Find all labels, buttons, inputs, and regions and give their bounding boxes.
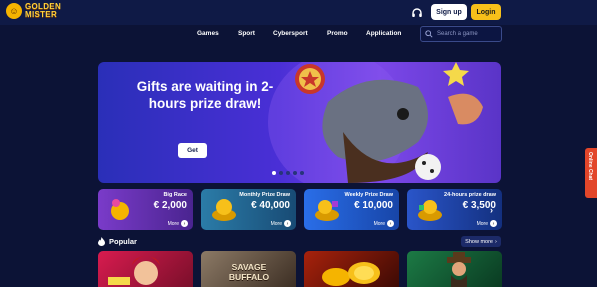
top-bar [0, 0, 597, 25]
arrow-right-icon: › [181, 220, 188, 227]
game-art [447, 252, 471, 287]
card-amount: € 10,000 [354, 200, 393, 211]
arrow-right-icon: › [284, 220, 291, 227]
coins-icon [418, 200, 442, 221]
logo-line2: MISTER [25, 10, 58, 19]
card-more-link[interactable]: More › [477, 220, 497, 227]
slider-dot[interactable] [279, 171, 283, 175]
chat-label: Online Chat [587, 152, 593, 181]
card-monthly-draw[interactable]: Monthly Prize Draw € 40,000 More › [201, 189, 296, 230]
game-tile[interactable] [407, 251, 502, 287]
game-tile[interactable] [304, 251, 399, 287]
card-title: Monthly Prize Draw [239, 192, 290, 198]
slider-dot[interactable] [300, 171, 304, 175]
cards-next-arrow-icon[interactable]: › [490, 205, 493, 215]
online-chat-tab[interactable]: Online Chat [585, 148, 597, 198]
slider-dots [272, 171, 304, 175]
card-more-link[interactable]: More › [374, 220, 394, 227]
card-big-race[interactable]: Big Race € 2,000 More › [98, 189, 193, 230]
card-24h-draw[interactable]: 24-hours prize draw € 3,500 More › [407, 189, 502, 230]
arrow-right-icon: › [494, 238, 497, 245]
fire-icon [98, 237, 105, 246]
arrow-right-icon: › [490, 220, 497, 227]
logo[interactable]: ☺ GOLDEN MISTER [6, 3, 61, 19]
banner-title: Gifts are waiting in 2-hours prize draw! [136, 79, 274, 111]
show-more-label: Show more [465, 238, 493, 245]
signup-button[interactable]: Sign up [431, 4, 467, 20]
card-amount: € 2,000 [153, 200, 187, 211]
card-more-link[interactable]: More › [168, 220, 188, 227]
card-more-link[interactable]: More › [271, 220, 291, 227]
popular-header: Popular [98, 237, 137, 246]
show-more-button[interactable]: Show more › [461, 236, 501, 247]
nav-promo[interactable]: Promo [327, 30, 348, 37]
more-label: More [476, 220, 488, 227]
slot-icon [111, 199, 129, 220]
slider-dot[interactable] [293, 171, 297, 175]
more-label: More [167, 220, 179, 227]
search-input[interactable]: Search a game [420, 26, 502, 42]
arrow-right-icon: › [387, 220, 394, 227]
coins-icon [315, 200, 339, 221]
more-label: More [270, 220, 282, 227]
card-title: Big Race [163, 192, 187, 198]
game-art [322, 262, 380, 286]
game-art [108, 256, 160, 285]
search-icon [425, 30, 433, 38]
card-weekly-draw[interactable]: Weekly Prize Draw € 10,000 More › [304, 189, 399, 230]
more-label: More [373, 220, 385, 227]
search-placeholder: Search a game [437, 31, 478, 37]
game-title: SAVAGE BUFFALO [228, 262, 270, 282]
game-tile[interactable]: SAVAGE BUFFALO [201, 251, 296, 287]
nav-application[interactable]: Application [366, 30, 401, 37]
login-button[interactable]: Login [471, 4, 501, 20]
slider-dot[interactable] [272, 171, 276, 175]
card-title: 24-hours prize draw [444, 192, 496, 198]
game-tile[interactable] [98, 251, 193, 287]
popular-title: Popular [109, 237, 137, 246]
card-title: Weekly Prize Draw [344, 192, 393, 198]
banner-get-button[interactable]: Get [178, 143, 207, 158]
nav-cybersport[interactable]: Cybersport [273, 30, 308, 37]
nav-games[interactable]: Games [197, 30, 219, 37]
coins-icon [212, 199, 236, 221]
logo-icon: ☺ [6, 3, 22, 19]
main-nav: Games Sport Cybersport Promo Application [0, 30, 597, 40]
card-amount: € 40,000 [251, 200, 290, 211]
nav-sport[interactable]: Sport [238, 30, 255, 37]
headset-icon[interactable] [409, 5, 424, 20]
slider-dot[interactable] [286, 171, 290, 175]
